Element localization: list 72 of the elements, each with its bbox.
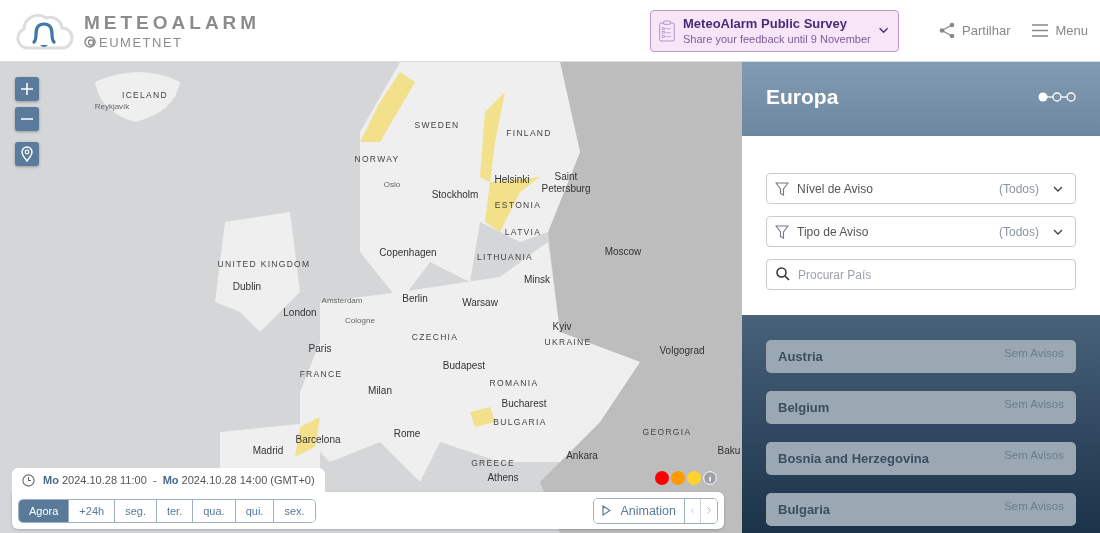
chevron-down-icon	[1053, 185, 1063, 192]
city-label: Stockholm	[431, 188, 479, 200]
city-label: Saint Petersburg	[540, 170, 592, 194]
chevron-right-icon	[707, 505, 711, 516]
steps-icon[interactable]	[1037, 91, 1077, 103]
country-label: LITHUANIA	[476, 252, 534, 262]
menu-icon	[1032, 24, 1049, 37]
swirl-icon	[84, 36, 96, 48]
city-label: Warsaw	[462, 296, 498, 308]
share-icon	[939, 22, 956, 39]
day-tab[interactable]: Agora	[19, 499, 70, 522]
country-label: ICELAND	[122, 90, 168, 100]
city-label: Barcelona	[295, 433, 341, 445]
city-label: Minsk	[523, 273, 551, 285]
filter-icon	[775, 224, 789, 239]
logo-subtitle: EUMETNET	[99, 34, 183, 50]
animation-button[interactable]: Animation	[594, 498, 685, 523]
logo-title: METEOALARM	[84, 11, 261, 34]
city-label: Dublin	[232, 280, 262, 292]
city-label: Moscow	[604, 245, 642, 257]
city-label: Athens	[487, 471, 519, 483]
info-icon[interactable]	[703, 471, 717, 485]
city-label: Berlin	[402, 292, 428, 304]
city-label: Kyiv	[552, 320, 572, 332]
country-label: FINLAND	[506, 128, 552, 138]
menu-button[interactable]: Menu	[1032, 23, 1088, 38]
search-field[interactable]: Procurar País	[766, 259, 1076, 290]
plus-icon	[21, 82, 33, 96]
filter-dropdown[interactable]: Nível de Aviso (Todos)	[766, 173, 1076, 204]
city-label: Madrid	[252, 444, 284, 456]
clock-icon	[22, 473, 35, 487]
zoom-in-button[interactable]	[15, 77, 39, 101]
location-button[interactable]	[15, 142, 39, 166]
region-title: Europa	[766, 85, 839, 109]
cloud-bell-logo-icon	[14, 11, 74, 50]
country-label: BULGARIA	[493, 417, 547, 427]
country-label: LATVIA	[504, 227, 542, 237]
country-label: NORWAY	[354, 154, 400, 164]
city-label: Bucharest	[501, 397, 547, 409]
zoom-out-button[interactable]	[15, 107, 39, 131]
city-label: Budapest	[442, 359, 486, 371]
country-label: SWEDEN	[414, 120, 460, 130]
country-label: GEORGIA	[642, 427, 692, 437]
city-label: Paris	[308, 342, 332, 354]
country-label: GREECE	[471, 458, 515, 468]
city-label: Volgograd	[659, 344, 705, 356]
country-label: ROMANIA	[489, 378, 539, 388]
filter-icon	[775, 181, 789, 196]
city-label: Rome	[393, 427, 421, 439]
country-label: UNITED KINGDOM	[217, 259, 311, 269]
filter-dropdown[interactable]: Tipo de Aviso (Todos)	[766, 216, 1076, 247]
city-label: Milan	[368, 384, 392, 396]
city-label: Helsinki	[494, 173, 530, 185]
city-label: Baku	[717, 444, 741, 456]
chevron-down-icon	[1053, 228, 1063, 235]
city-label: Oslo	[383, 179, 401, 189]
share-button[interactable]: Partilhar	[939, 22, 1011, 39]
country-label: CZECHIA	[411, 332, 459, 342]
survey-banner[interactable]: MeteoAlarm Public Survey Share your feedback until 9 November	[650, 9, 900, 52]
city-label: Copenhagen	[379, 246, 437, 258]
chevron-down-icon	[878, 26, 889, 35]
country-label: FRANCE	[299, 369, 343, 379]
chevron-left-icon	[691, 505, 694, 516]
city-label: Reykjavík	[94, 101, 130, 111]
city-label: Amsterdam	[321, 295, 363, 305]
play-icon	[602, 505, 612, 516]
location-pin-icon	[21, 146, 33, 162]
city-label: Cologne	[345, 315, 375, 325]
date-range-text: Mo 2024.10.28 11:00 - Mo 2024.10.28 14:00 (GMT+0)	[43, 474, 315, 486]
country-label: UKRAINE	[544, 337, 592, 347]
city-label: Ankara	[566, 449, 598, 461]
city-label: London	[283, 306, 317, 318]
